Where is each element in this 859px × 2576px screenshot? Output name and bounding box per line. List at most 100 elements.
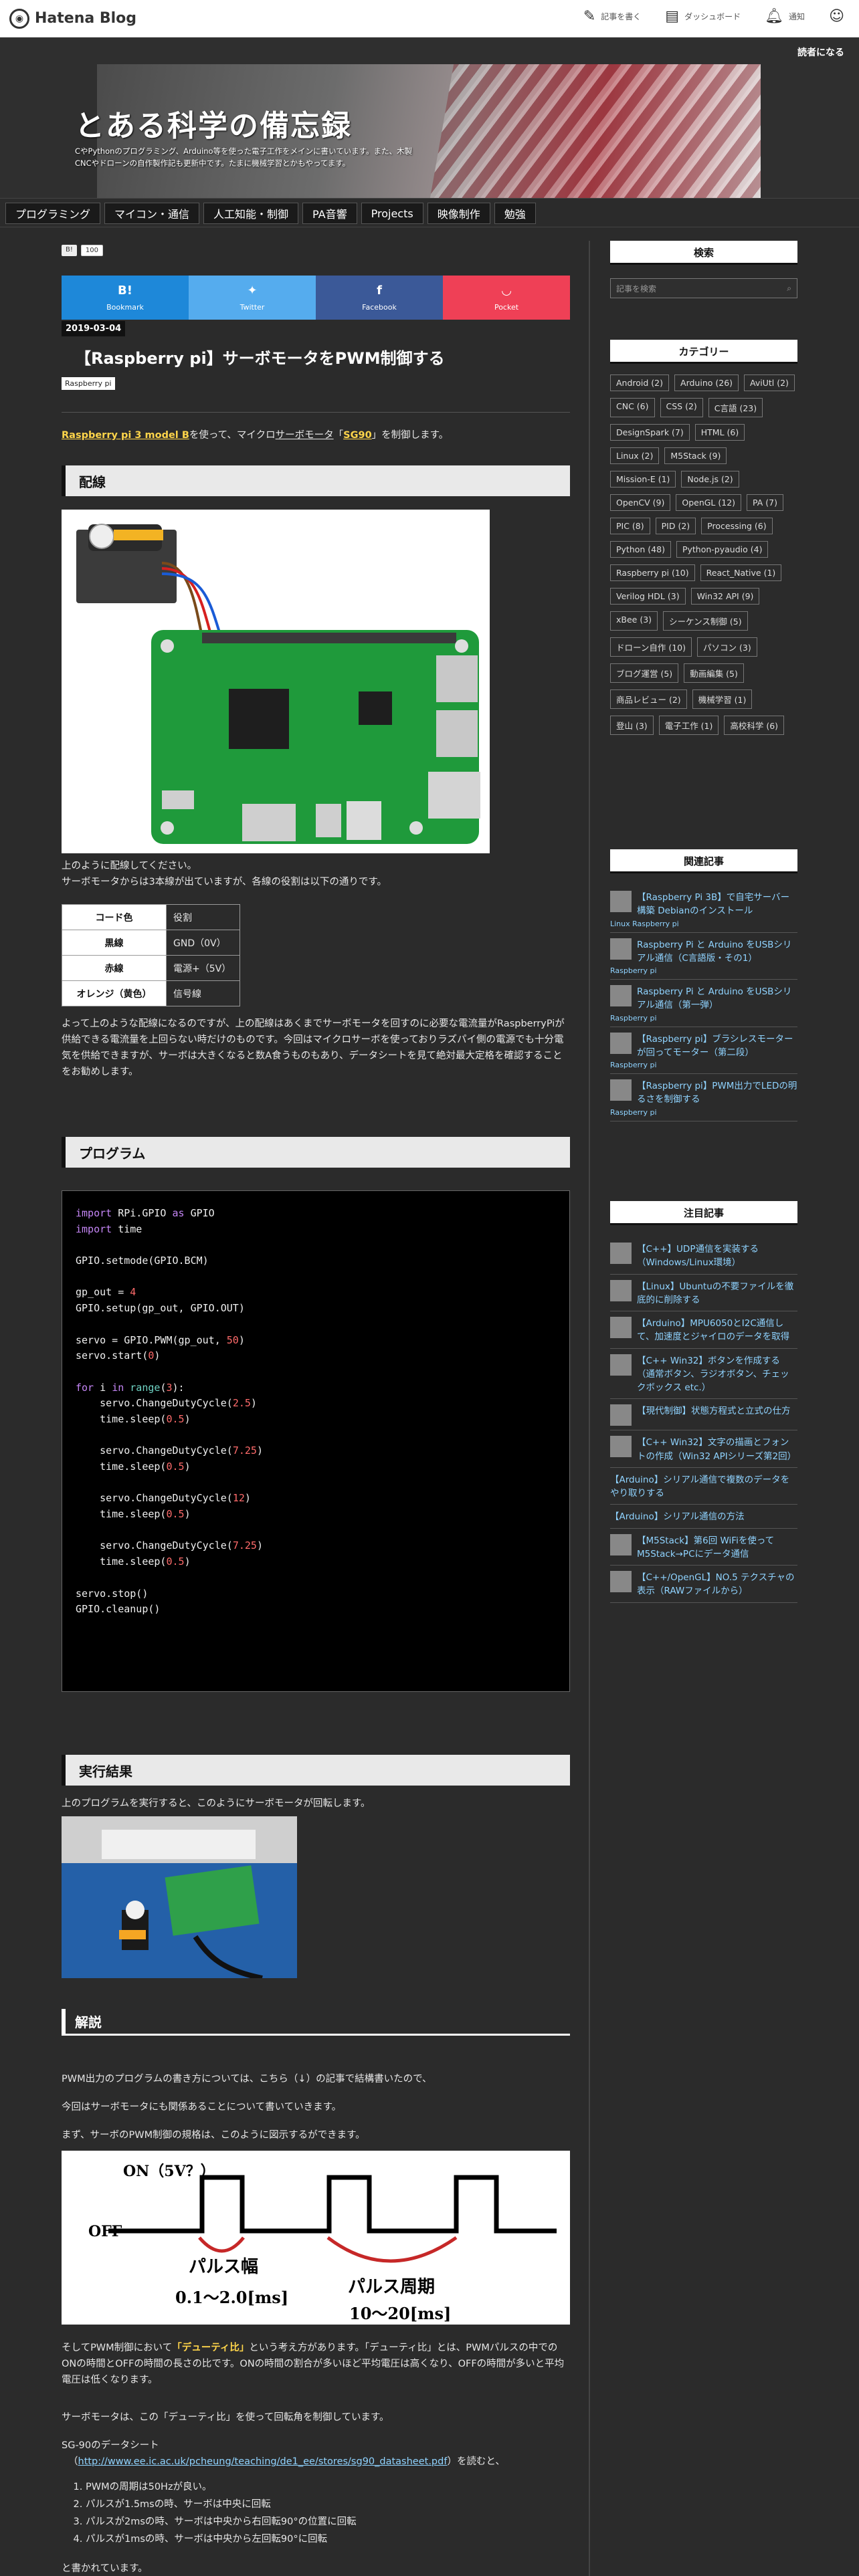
category-tag[interactable]: OpenCV (9)	[610, 494, 671, 511]
category-tag[interactable]: HTML (6)	[694, 424, 745, 441]
blog-title[interactable]: とある科学の備忘録	[75, 102, 352, 144]
featured-article[interactable]: 【C++/OpenGL】NO.5 テクスチャの表示（RAWファイルから）	[610, 1566, 797, 1603]
article-link[interactable]: Raspberry Pi と Arduino をUSBシリアル通信（C言語版・そ…	[637, 938, 797, 966]
article-link[interactable]: 【Raspberry Pi 3B】で自宅サーバー構築 Debianのインストール	[637, 891, 797, 918]
article-category[interactable]: Linux Raspberry pi	[610, 920, 797, 928]
article-thumbnail[interactable]	[610, 1436, 632, 1458]
related-article[interactable]: 【Raspberry pi】PWM出力でLEDの明るさを制御する Raspberr…	[610, 1074, 797, 1121]
nav-item[interactable]: Projects	[361, 203, 423, 224]
category-tag[interactable]: C言語 (23)	[708, 398, 763, 417]
share-facebook-button[interactable]: f Facebook	[316, 276, 443, 320]
article-link[interactable]: 【C++ Win32】文字の描画とフォントの作成（Win32 APIシリーズ第2…	[637, 1436, 797, 1463]
share-bookmark-button[interactable]: B! Bookmark	[62, 276, 189, 320]
category-tag[interactable]: 電子工作 (1)	[658, 716, 719, 735]
subscribe-button[interactable]: 読者になる	[797, 45, 844, 59]
category-tag[interactable]: DesignSpark (7)	[610, 424, 690, 441]
featured-article[interactable]: 【M5Stack】第6回 WiFiを使ってM5Stack→PCにデータ通信	[610, 1529, 797, 1566]
article-thumbnail[interactable]	[610, 1279, 632, 1301]
nav-item[interactable]: 人工知能・制御	[203, 203, 299, 224]
dashboard-button[interactable]: ▤ ダッシュボード	[665, 8, 741, 25]
related-article[interactable]: Raspberry Pi と Arduino をUSBシリアル通信（第一弾） Ra…	[610, 980, 797, 1027]
category-tag[interactable]: PIC (8)	[610, 518, 650, 534]
related-article[interactable]: Raspberry Pi と Arduino をUSBシリアル通信（C言語版・そ…	[610, 933, 797, 980]
related-article[interactable]: 【Raspberry pi】ブラシレスモーターが回ってモーター（第二段） Rasp…	[610, 1027, 797, 1074]
featured-article[interactable]: 【Arduino】シリアル通信で複数のデータをやり取りする	[610, 1468, 797, 1505]
link-servo[interactable]: サーボモータ	[276, 430, 334, 441]
category-tag[interactable]: OpenGL (12)	[676, 494, 742, 511]
category-tag[interactable]: Win32 API (9)	[690, 588, 760, 605]
category-tag[interactable]: ドローン自作 (10)	[610, 637, 692, 657]
article-link[interactable]: 【Arduino】シリアル通信の方法	[610, 1510, 745, 1523]
related-article[interactable]: 【Raspberry Pi 3B】で自宅サーバー構築 Debianのインストール…	[610, 885, 797, 933]
featured-article[interactable]: 【Linux】Ubuntuの不要ファイルを徹底的に削除する	[610, 1275, 797, 1311]
category-tag[interactable]: AviUtl (2)	[744, 374, 795, 391]
category-tag[interactable]: PID (2)	[655, 518, 696, 534]
category-tag[interactable]: Python-pyaudio (4)	[676, 541, 769, 558]
article-category[interactable]: Raspberry pi	[610, 1014, 797, 1023]
article-link[interactable]: 【Arduino】シリアル通信で複数のデータをやり取りする	[610, 1473, 797, 1501]
article-thumbnail[interactable]	[610, 1243, 632, 1264]
article-date[interactable]: 2019-03-04	[62, 321, 126, 336]
nav-item[interactable]: 勉強	[494, 203, 536, 224]
bookmark-counter[interactable]: B! 100	[62, 245, 103, 256]
article-category[interactable]: Raspberry pi	[610, 1061, 797, 1069]
category-tag[interactable]: M5Stack (9)	[664, 447, 727, 464]
datasheet-link[interactable]: http://www.ee.ic.ac.uk/pcheung/teaching/…	[78, 2456, 448, 2467]
category-tag[interactable]: 高校科学 (6)	[724, 716, 785, 735]
article-thumbnail[interactable]	[610, 985, 632, 1006]
category-tag[interactable]: CSS (2)	[660, 398, 703, 417]
featured-article[interactable]: 【C++ Win32】ボタンを作成する（通常ボタン、ラジオボタン、チェックボック…	[610, 1349, 797, 1400]
article-thumbnail[interactable]	[610, 1354, 632, 1376]
category-tag[interactable]: 登山 (3)	[610, 716, 654, 735]
category-tag[interactable]: Raspberry pi (10)	[610, 564, 695, 581]
article-link[interactable]: 【C++/OpenGL】NO.5 テクスチャの表示（RAWファイルから）	[637, 1571, 797, 1598]
article-thumbnail[interactable]	[610, 1079, 632, 1101]
featured-article[interactable]: 【Arduino】シリアル通信の方法	[610, 1505, 797, 1529]
category-tag[interactable]: Processing (6)	[701, 518, 773, 534]
article-link[interactable]: 【C++】UDP通信を実装する（Windows/Linux環境）	[637, 1243, 797, 1270]
category-tag[interactable]: ブログ運営 (5)	[610, 663, 679, 683]
hatena-logo[interactable]: ◉ Hatena Blog	[9, 8, 136, 29]
link-sg90[interactable]: SG90	[343, 430, 372, 441]
user-menu-button[interactable]: ☺	[829, 8, 844, 25]
article-link[interactable]: 【Arduino】MPU6050とI2C通信して、加速度とジャイロのデータを取得	[637, 1317, 797, 1344]
category-tag[interactable]: Node.js (2)	[681, 471, 739, 488]
article-link[interactable]: 【Raspberry pi】PWM出力でLEDの明るさを制御する	[637, 1079, 797, 1107]
write-article-button[interactable]: ✎ 記事を書く	[583, 8, 641, 25]
featured-article[interactable]: 【現代制御】状態方程式と立式の仕方	[610, 1399, 797, 1431]
article-link[interactable]: 【現代制御】状態方程式と立式の仕方	[637, 1404, 791, 1426]
category-tag[interactable]: CNC (6)	[610, 398, 655, 417]
article-thumbnail[interactable]	[610, 1032, 632, 1054]
article-link[interactable]: 【Raspberry pi】ブラシレスモーターが回ってモーター（第二段）	[637, 1033, 797, 1060]
share-pocket-button[interactable]: ◡ Pocket	[443, 276, 570, 320]
featured-article[interactable]: 【C++】UDP通信を実装する（Windows/Linux環境）	[610, 1237, 797, 1275]
featured-article[interactable]: 【Arduino】MPU6050とI2C通信して、加速度とジャイロのデータを取得	[610, 1311, 797, 1349]
nav-item[interactable]: PA音響	[302, 203, 357, 224]
category-tag[interactable]: Android (2)	[610, 374, 670, 391]
category-tag[interactable]: Mission-E (1)	[610, 471, 676, 488]
nav-item[interactable]: マイコン・通信	[104, 203, 200, 224]
article-thumbnail[interactable]	[610, 1404, 632, 1426]
category-tag[interactable]: PA (7)	[747, 494, 784, 511]
nav-item[interactable]: 映像制作	[427, 203, 490, 224]
notification-button[interactable]: 🔔︎ 通知	[765, 8, 805, 25]
category-tag[interactable]: 商品レビュー (2)	[610, 689, 687, 709]
article-link[interactable]: 【C++ Win32】ボタンを作成する（通常ボタン、ラジオボタン、チェックボック…	[637, 1354, 797, 1395]
article-thumbnail[interactable]	[610, 1571, 632, 1592]
article-link[interactable]: 【M5Stack】第6回 WiFiを使ってM5Stack→PCにデータ通信	[637, 1534, 797, 1562]
article-title[interactable]: 【Raspberry pi】サーボモータをPWM制御する	[75, 345, 445, 368]
category-tag[interactable]: Linux (2)	[610, 447, 660, 464]
article-thumbnail[interactable]	[610, 938, 632, 960]
category-tag[interactable]: React_Native (1)	[700, 564, 782, 581]
category-tag[interactable]: Arduino (26)	[674, 374, 739, 391]
search-icon[interactable]: ⌕	[787, 284, 791, 294]
link-raspberry-pi[interactable]: Raspberry pi 3 model B	[62, 430, 189, 441]
search-input[interactable]: 記事を検索 ⌕	[610, 278, 797, 298]
article-category[interactable]: Raspberry pi	[610, 966, 797, 975]
category-tag[interactable]: xBee (3)	[610, 611, 658, 631]
category-tag[interactable]: Verilog HDL (3)	[610, 588, 686, 605]
category-tag[interactable]: Python (48)	[610, 541, 671, 558]
category-tag[interactable]: シーケンス制御 (5)	[663, 611, 748, 631]
article-category[interactable]: Raspberry pi	[610, 1108, 797, 1117]
article-thumbnail[interactable]	[610, 1533, 632, 1555]
